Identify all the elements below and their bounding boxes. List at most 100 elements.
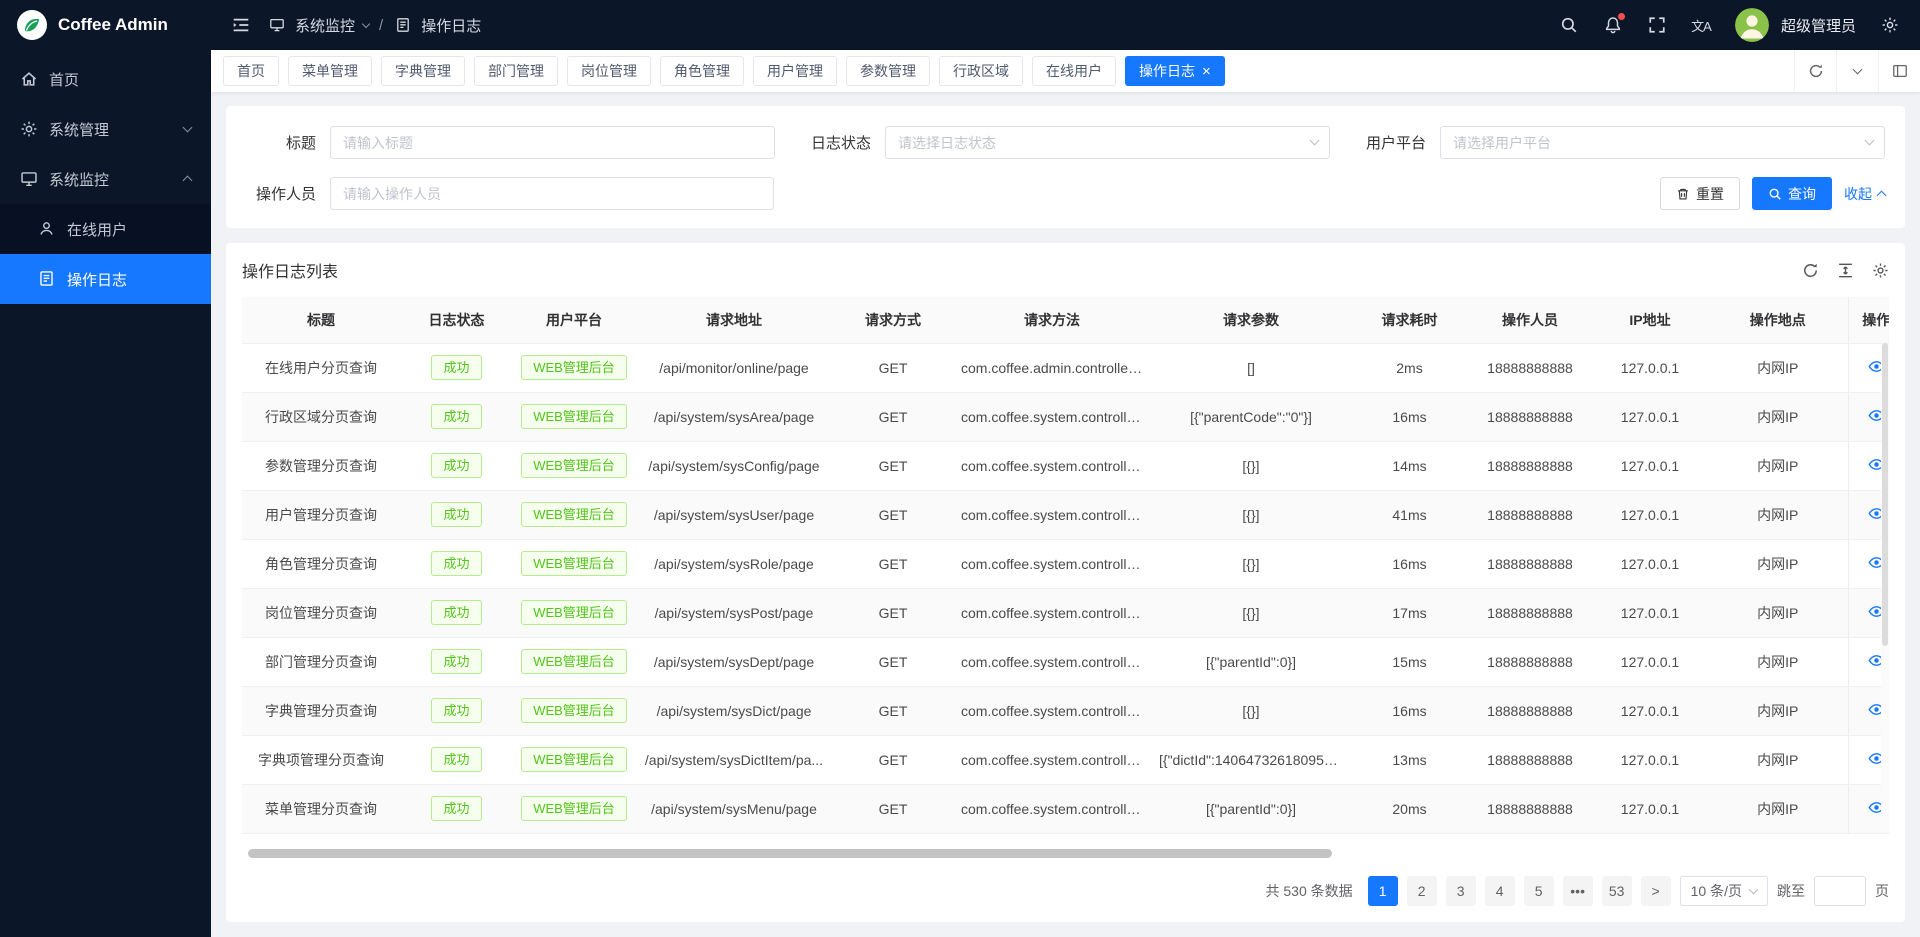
cell-ip: 127.0.0.1 [1592, 588, 1708, 637]
tab-item[interactable]: 行政区域 [939, 56, 1023, 86]
tab-item[interactable]: 操作日志 × [1125, 56, 1225, 86]
trash-icon [1676, 187, 1690, 201]
cell-request-function: com.coffee.system.controlle... [953, 588, 1151, 637]
sidebar-item-online-users[interactable]: 在线用户 [0, 204, 211, 254]
page-number-button[interactable]: 53 [1602, 876, 1632, 906]
tab-item[interactable]: 首页 [223, 56, 279, 86]
cell-duration: 2ms [1351, 343, 1468, 392]
log-list-panel: 操作日志列表 [226, 243, 1905, 922]
platform-badge: WEB管理后台 [521, 453, 627, 479]
breadcrumb-section[interactable]: 系统监控 [295, 15, 355, 36]
tab-tools [1794, 50, 1920, 92]
page-size-select[interactable]: 10 条/页 [1680, 876, 1768, 906]
tab-item[interactable]: 部门管理 [474, 56, 558, 86]
horizontal-scrollbar[interactable] [244, 849, 1887, 858]
status-badge: 成功 [431, 502, 481, 528]
user-platform-select[interactable] [1440, 126, 1885, 159]
platform-badge: WEB管理后台 [521, 404, 627, 430]
page-number-button[interactable]: ••• [1563, 876, 1593, 906]
table-refresh-icon[interactable] [1802, 262, 1819, 279]
tab-item[interactable]: 角色管理 [660, 56, 744, 86]
cell-operator: 18888888888 [1468, 392, 1592, 441]
table-row: 菜单管理分页查询 成功 WEB管理后台 /api/system/sysMenu/… [242, 784, 1889, 833]
table-settings-icon[interactable] [1872, 262, 1889, 279]
home-icon [20, 70, 38, 88]
cell-request-params: [] [1151, 343, 1351, 392]
cell-duration: 41ms [1351, 490, 1468, 539]
jump-page-input[interactable] [1814, 876, 1866, 906]
tab-item[interactable]: 字典管理 [381, 56, 465, 86]
page-number-button[interactable]: 3 [1446, 876, 1476, 906]
log-status-select[interactable] [885, 126, 1330, 159]
sidebar-item-label: 系统监控 [49, 169, 109, 190]
next-page-button[interactable]: > [1641, 876, 1671, 906]
tab-item[interactable]: 菜单管理 [288, 56, 372, 86]
cell-duration: 16ms [1351, 392, 1468, 441]
page-number-button[interactable]: 4 [1485, 876, 1515, 906]
cell-platform: WEB管理后台 [513, 588, 635, 637]
cell-request-method: GET [833, 539, 953, 588]
horizontal-scrollbar-thumb[interactable] [248, 849, 1332, 858]
operator-input[interactable] [330, 177, 774, 210]
sidebar-item-home[interactable]: 首页 [0, 54, 211, 104]
tab-item[interactable]: 参数管理 [846, 56, 930, 86]
vertical-scrollbar-thumb[interactable] [1882, 343, 1888, 646]
cell-ip: 127.0.0.1 [1592, 735, 1708, 784]
tab-label: 用户管理 [767, 61, 823, 81]
language-icon[interactable]: 文A [1691, 15, 1711, 35]
page-number-button[interactable]: 2 [1407, 876, 1437, 906]
content-expand-icon[interactable] [1878, 50, 1920, 92]
tabs-menu-chevron-icon[interactable] [1836, 50, 1878, 92]
chevron-up-icon [183, 176, 193, 186]
cell-request-function: com.coffee.system.controlle... [953, 735, 1151, 784]
cell-request-params: [{}] [1151, 686, 1351, 735]
cell-ip: 127.0.0.1 [1592, 637, 1708, 686]
sidebar-item-system-monitor[interactable]: 系统监控 [0, 154, 211, 204]
vertical-scrollbar[interactable] [1881, 343, 1889, 833]
status-badge: 成功 [431, 698, 481, 724]
sidebar-item-system-management[interactable]: 系统管理 [0, 104, 211, 154]
collapse-toggle[interactable]: 收起 [1844, 184, 1885, 204]
avatar[interactable] [1735, 8, 1769, 42]
column-header: 用户平台 [513, 297, 635, 343]
page-number-button[interactable]: 1 [1368, 876, 1398, 906]
page-number-button[interactable]: 5 [1524, 876, 1554, 906]
cell-platform: WEB管理后台 [513, 343, 635, 392]
topbar-actions: 文A 超级管理员 [1559, 8, 1900, 42]
tab-item[interactable]: 岗位管理 [567, 56, 651, 86]
cell-request-function: com.coffee.system.controlle... [953, 637, 1151, 686]
table-row: 在线用户分页查询 成功 WEB管理后台 /api/monitor/online/… [242, 343, 1889, 392]
fullscreen-icon[interactable] [1647, 15, 1667, 35]
tabs-refresh-icon[interactable] [1794, 50, 1836, 92]
column-header: 请求方式 [833, 297, 953, 343]
cell-platform: WEB管理后台 [513, 490, 635, 539]
reset-button[interactable]: 重置 [1660, 177, 1740, 210]
username[interactable]: 超级管理员 [1781, 15, 1856, 36]
notification-bell-icon[interactable] [1603, 15, 1623, 35]
title-input[interactable] [330, 126, 775, 159]
log-icon [38, 270, 56, 288]
cell-request-method: GET [833, 392, 953, 441]
chevron-up-icon [1877, 190, 1887, 200]
status-badge: 成功 [431, 796, 481, 822]
filter-platform-label: 用户平台 [1356, 132, 1440, 153]
tab-item[interactable]: 用户管理 [753, 56, 837, 86]
sidebar-item-operation-logs[interactable]: 操作日志 [0, 254, 211, 304]
main-area: 系统监控 / 操作日志 文A [211, 0, 1920, 937]
menu-collapse-icon[interactable] [231, 15, 251, 35]
logo[interactable]: Coffee Admin [0, 0, 211, 50]
cell-operator: 18888888888 [1468, 735, 1592, 784]
search-icon[interactable] [1559, 15, 1579, 35]
status-badge: 成功 [431, 453, 481, 479]
tab-item[interactable]: 在线用户 [1032, 56, 1116, 86]
tab-close-icon[interactable]: × [1202, 64, 1211, 79]
table-density-icon[interactable] [1837, 262, 1854, 279]
settings-gear-icon[interactable] [1880, 15, 1900, 35]
search-button[interactable]: 查询 [1752, 177, 1832, 210]
table-row: 岗位管理分页查询 成功 WEB管理后台 /api/system/sysPost/… [242, 588, 1889, 637]
column-header: 请求耗时 [1351, 297, 1468, 343]
tab-list: 首页 菜单管理 字典管理 部门管理 岗位管理 角色管理 用户管理 参数管理 行政… [223, 56, 1794, 86]
logo-icon [16, 9, 48, 41]
platform-badge: WEB管理后台 [521, 747, 627, 773]
sidebar-item-label: 首页 [49, 69, 79, 90]
